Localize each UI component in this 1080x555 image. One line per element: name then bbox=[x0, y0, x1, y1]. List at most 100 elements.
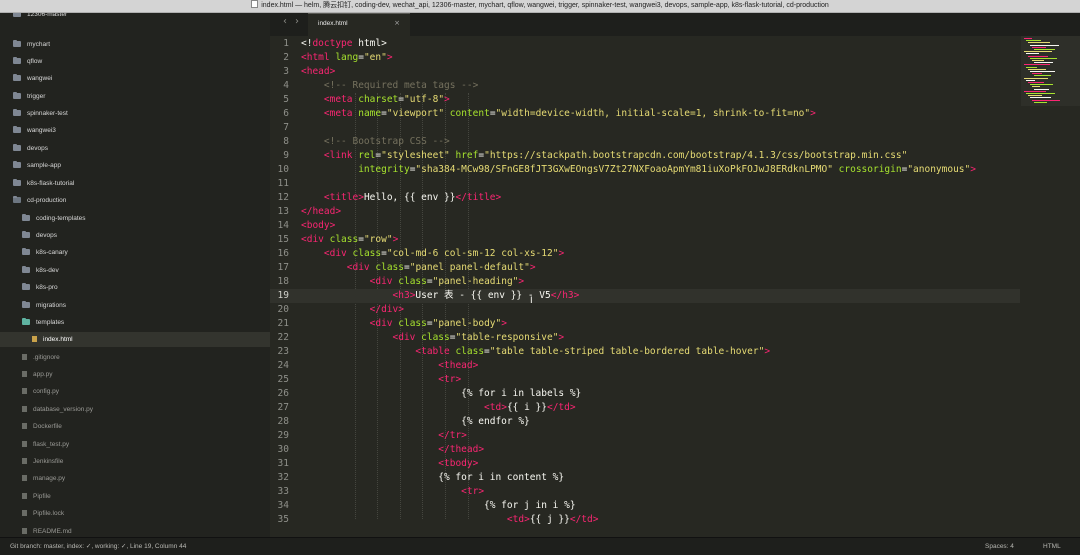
minimap[interactable] bbox=[1021, 36, 1080, 106]
status-indentation[interactable]: Spaces: 4 bbox=[985, 538, 1014, 555]
code-line[interactable]: 28 {% endfor %} bbox=[270, 415, 1020, 429]
file-item[interactable]: database_version.py bbox=[22, 402, 93, 418]
code-line[interactable]: 20 </div> bbox=[270, 303, 1020, 317]
code-line[interactable]: 8 <!-- Bootstrap CSS --> bbox=[270, 135, 1020, 149]
line-number: 32 bbox=[277, 472, 289, 483]
status-syntax[interactable]: HTML bbox=[1043, 538, 1061, 555]
code-line[interactable]: 16 <div class="col-md-6 col-sm-12 col-xs… bbox=[270, 247, 1020, 261]
code-line[interactable]: 12 <title>Hello, {{ env }}</title> bbox=[270, 191, 1020, 205]
line-number: 10 bbox=[277, 164, 289, 175]
folder-item[interactable]: wangwei3 bbox=[13, 123, 56, 139]
minimap-line bbox=[1024, 77, 1048, 79]
code-line[interactable]: 6 <meta name="viewport" content="width=d… bbox=[270, 107, 1020, 121]
code-line[interactable]: 24 <thead> bbox=[270, 359, 1020, 373]
code-token: </title bbox=[455, 192, 496, 203]
code-token: > bbox=[573, 290, 580, 301]
code-line[interactable]: 10 integrity="sha384-MCw98/SFnGE8fJT3GXw… bbox=[270, 163, 1020, 177]
code-line[interactable]: 5 <meta charset="utf-8"> bbox=[270, 93, 1020, 107]
code-line[interactable]: 18 <div class="panel-heading"> bbox=[270, 275, 1020, 289]
folder-item[interactable]: migrations bbox=[22, 298, 66, 314]
code-line[interactable]: 2 <html lang="en"> bbox=[270, 51, 1020, 65]
code-line[interactable]: 17 <div class="panel panel-default"> bbox=[270, 261, 1020, 275]
code-line[interactable]: 29 </tr> bbox=[270, 429, 1020, 443]
code-token: charset bbox=[352, 94, 399, 105]
code-line[interactable]: 11 bbox=[270, 177, 1020, 191]
line-number: 2 bbox=[283, 52, 289, 63]
file-item[interactable]: config.py bbox=[22, 384, 59, 400]
code-token: </h3 bbox=[550, 290, 574, 301]
file-item[interactable]: app.py bbox=[22, 367, 53, 383]
code-line[interactable]: 35 <td>{{ j }}</td> bbox=[270, 513, 1020, 527]
file-item[interactable]: manage.py bbox=[22, 471, 65, 487]
code-line[interactable]: 25 <tr> bbox=[270, 373, 1020, 387]
code-line[interactable]: 3 <head> bbox=[270, 65, 1020, 79]
file-item[interactable]: index.html bbox=[32, 332, 73, 348]
code-token: > bbox=[592, 514, 599, 525]
folder-item[interactable]: devops bbox=[13, 141, 48, 157]
folder-item[interactable]: sample-app bbox=[13, 158, 61, 174]
folder-item[interactable]: k8s-flask-tutorial bbox=[13, 176, 74, 192]
close-icon[interactable]: × bbox=[394, 19, 400, 27]
code-line[interactable]: 22 <div class="table-responsive"> bbox=[270, 331, 1020, 345]
code-line[interactable]: 15 <div class="row"> bbox=[270, 233, 1020, 247]
tab-index-html[interactable]: index.html × bbox=[308, 13, 410, 37]
folder-item[interactable]: qflow bbox=[13, 54, 42, 70]
code-token: class bbox=[323, 234, 359, 245]
code-line[interactable]: 30 </thead> bbox=[270, 443, 1020, 457]
code-line[interactable]: 7 bbox=[270, 121, 1020, 135]
code-line[interactable]: 23 <table class="table table-striped tab… bbox=[270, 345, 1020, 359]
file-item[interactable]: README.md bbox=[22, 524, 72, 537]
code-token: "panel-body" bbox=[432, 318, 502, 329]
code-token: </td bbox=[546, 402, 570, 413]
folder-item[interactable]: spinnaker-test bbox=[13, 106, 68, 122]
folder-item[interactable]: k8s-pro bbox=[22, 280, 58, 296]
code-token: > bbox=[461, 430, 467, 441]
code-line[interactable]: 33 <tr> bbox=[270, 485, 1020, 499]
code-line[interactable]: 31 <tbody> bbox=[270, 457, 1020, 471]
file-item[interactable]: Dockerfile bbox=[22, 419, 62, 435]
forward-arrow-icon[interactable]: › bbox=[295, 16, 299, 27]
file-item[interactable]: Jenkinsfile bbox=[22, 454, 63, 470]
code-line[interactable]: 14 <body> bbox=[270, 219, 1020, 233]
folder-item[interactable]: devops bbox=[22, 228, 57, 244]
code-line[interactable]: 34 {% for j in i %} bbox=[270, 499, 1020, 513]
folder-item[interactable]: 12306-master bbox=[13, 13, 67, 23]
tree-item-label: cd-production bbox=[27, 197, 67, 204]
minimap-line bbox=[1032, 86, 1040, 88]
folder-item[interactable]: coding-templates bbox=[22, 211, 86, 227]
code-token: > bbox=[495, 192, 502, 203]
folder-item[interactable]: k8s-dev bbox=[22, 263, 59, 279]
folder-item[interactable]: k8s-canary bbox=[22, 245, 68, 261]
minimap-line bbox=[1024, 90, 1046, 92]
folder-item[interactable]: templates bbox=[22, 315, 64, 331]
file-item[interactable]: Pipfile bbox=[22, 489, 51, 505]
code-line[interactable]: 13 </head> bbox=[270, 205, 1020, 219]
code-line[interactable]: 21 <div class="panel-body"> bbox=[270, 317, 1020, 331]
line-number: 3 bbox=[283, 66, 289, 77]
code-line[interactable]: 4 <!-- Required meta tags --> bbox=[270, 79, 1020, 93]
code-line[interactable]: 26 {% for i in labels %} bbox=[270, 387, 1020, 401]
folder-item[interactable]: trigger bbox=[13, 89, 45, 105]
code-token: <div bbox=[346, 262, 370, 273]
file-item[interactable]: flask_test.py bbox=[22, 437, 69, 453]
code-line[interactable]: 19 <h3>User 表 - {{ env }} - V5</h3> bbox=[270, 289, 1020, 303]
code-token: <div bbox=[301, 234, 324, 245]
code-line[interactable]: 9 <link rel="stylesheet" href="https://s… bbox=[270, 149, 1020, 163]
code-line[interactable]: 32 {% for i in content %} bbox=[270, 471, 1020, 485]
folder-item[interactable]: mychart bbox=[13, 37, 50, 53]
file-item[interactable]: Pipfile.lock bbox=[22, 506, 64, 522]
code-line[interactable]: 1 <!doctype html> bbox=[270, 37, 1020, 51]
back-arrow-icon[interactable]: ‹ bbox=[283, 16, 287, 27]
folder-item[interactable]: wangwei bbox=[13, 71, 52, 87]
code-editor[interactable]: 1 <!doctype html> 2 <html lang="en"> 3 <head>… bbox=[270, 36, 1080, 537]
code-line[interactable]: 27 <td>{{ i }}</td> bbox=[270, 401, 1020, 415]
file-item[interactable]: .gitignore bbox=[22, 350, 60, 366]
tree-item-label: wangwei3 bbox=[27, 127, 56, 134]
folder-item[interactable]: cd-production bbox=[13, 193, 66, 209]
code-token: {% endfor %} bbox=[301, 416, 530, 427]
